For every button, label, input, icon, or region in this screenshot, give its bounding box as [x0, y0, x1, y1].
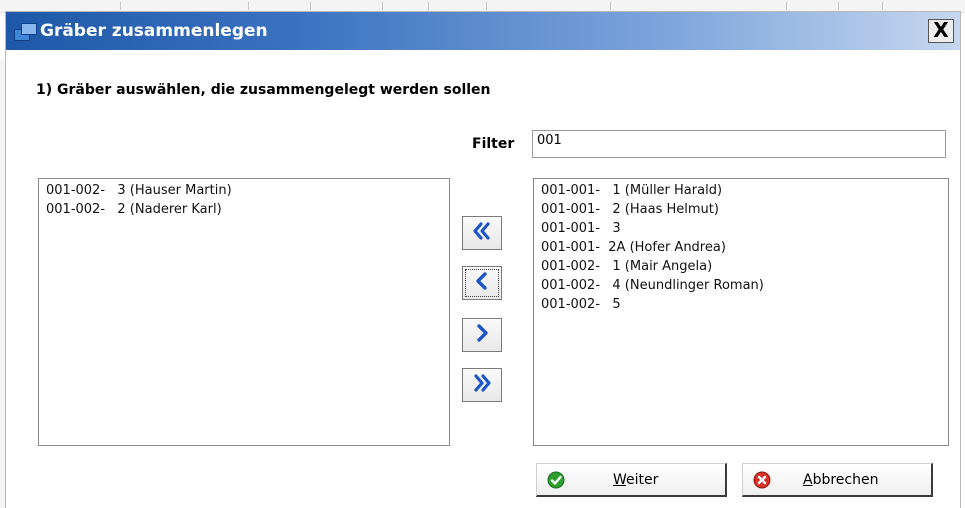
list-item[interactable]: 001-002- 4 (Neundlinger Roman) [541, 276, 948, 295]
step-heading: 1) Gräber auswählen, die zusammengelegt … [36, 82, 491, 98]
available-graves-list[interactable]: 001-001- 1 (Müller Harald) 001-001- 2 (H… [533, 178, 949, 446]
filter-input[interactable]: 001 [532, 130, 946, 158]
selected-graves-list[interactable]: 001-002- 3 (Hauser Martin) 001-002- 2 (N… [38, 178, 450, 446]
close-button[interactable]: X [928, 19, 954, 43]
chevron-left-icon [471, 270, 493, 297]
list-item[interactable]: 001-001- 1 (Müller Harald) [541, 181, 948, 200]
list-item[interactable]: 001-001- 2A (Hofer Andrea) [541, 238, 948, 257]
list-item[interactable]: 001-002- 5 [541, 295, 948, 314]
next-button-label: Weiter [613, 472, 659, 488]
chevron-right-icon [471, 322, 493, 349]
merge-graves-dialog: Gräber zusammenlegen X 1) Gräber auswähl… [6, 12, 960, 508]
move-all-right-button[interactable] [462, 368, 502, 402]
move-right-button[interactable] [462, 318, 502, 352]
double-chevron-right-icon [471, 372, 493, 399]
cancel-button-label: Abbrechen [803, 472, 879, 488]
filter-label: Filter [472, 136, 515, 152]
window-app-icon [14, 22, 37, 41]
cancel-button[interactable]: Abbrechen [742, 463, 933, 497]
double-chevron-left-icon [471, 220, 493, 247]
list-item[interactable]: 001-001- 3 [541, 219, 948, 238]
red-x-icon [753, 471, 771, 489]
move-left-button[interactable] [462, 266, 502, 300]
list-item[interactable]: 001-001- 2 (Haas Helmut) [541, 200, 948, 219]
next-button[interactable]: Weiter [536, 463, 727, 497]
list-item[interactable]: 001-002- 1 (Mair Angela) [541, 257, 948, 276]
window-title: Gräber zusammenlegen [40, 21, 268, 41]
list-item[interactable]: 001-002- 2 (Naderer Karl) [46, 200, 449, 219]
green-check-icon [547, 471, 565, 489]
move-all-left-button[interactable] [462, 216, 502, 250]
title-bar[interactable]: Gräber zusammenlegen X [6, 12, 960, 50]
list-item[interactable]: 001-002- 3 (Hauser Martin) [46, 181, 449, 200]
